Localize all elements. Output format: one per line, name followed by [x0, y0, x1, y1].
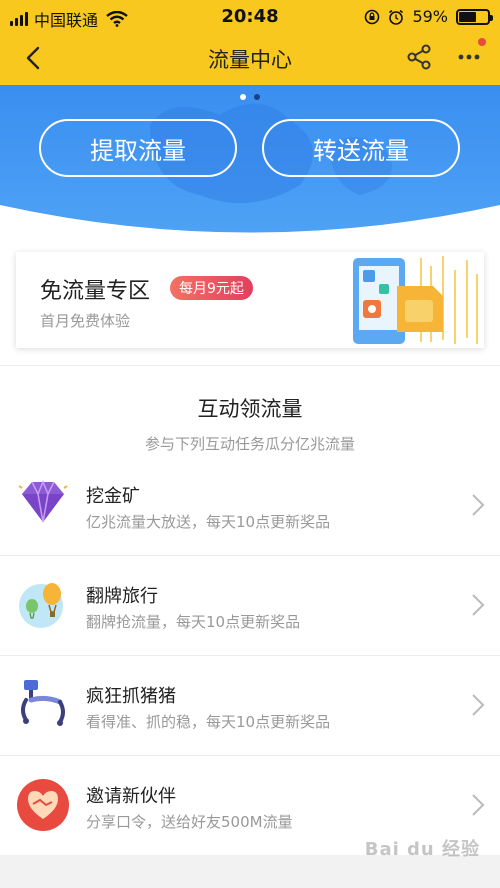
watermark-logo: Bai du 经验 [364, 839, 480, 860]
top-bar: 中国联通 20:48 59% 流量中心 [0, 0, 500, 85]
section-title: 互动领流量 [197, 397, 303, 421]
promo-title: 免流量专区 [40, 279, 151, 304]
task-name: 邀请新伙伴 [86, 786, 176, 807]
status-bar: 中国联通 20:48 59% [0, 0, 500, 34]
flow-banner: 提取流量 转送流量 [0, 85, 500, 235]
task-desc: 翻牌抢流量，每天10点更新奖品 [86, 613, 301, 631]
task-name: 挖金矿 [86, 486, 140, 507]
chevron-right-icon [472, 794, 485, 816]
chevron-right-icon [472, 594, 485, 616]
battery-fill [459, 11, 476, 22]
notification-dot [478, 38, 486, 46]
task-name: 疯狂抓猪猪 [86, 686, 176, 707]
task-item-mining[interactable]: 挖金矿 亿兆流量大放送，每天10点更新奖品 [0, 456, 500, 556]
status-right: 59% [364, 7, 493, 26]
phone-sim-illustration-icon [353, 256, 478, 344]
share-icon[interactable] [404, 42, 434, 72]
task-item-catch-pig[interactable]: 疯狂抓猪猪 看得准、抓的稳，每天10点更新奖品 [0, 656, 500, 756]
section-divider [0, 365, 500, 366]
transfer-flow-button[interactable]: 转送流量 [262, 119, 460, 177]
task-item-flip-travel[interactable]: 翻牌旅行 翻牌抢流量，每天10点更新奖品 [0, 556, 500, 656]
task-desc: 分享口令，送给好友500M流量 [86, 813, 293, 831]
rotation-lock-icon [365, 9, 380, 24]
chevron-right-icon [472, 694, 485, 716]
claw-machine-icon [21, 680, 65, 726]
promo-subtitle: 首月免费体验 [40, 312, 131, 330]
more-dots-icon[interactable] [456, 48, 482, 66]
task-desc: 看得准、抓的稳，每天10点更新奖品 [86, 713, 331, 731]
alarm-icon [389, 9, 404, 25]
task-desc: 亿兆流量大放送，每天10点更新奖品 [86, 513, 331, 531]
diamond-icon [18, 480, 68, 523]
battery-percent: 59% [412, 7, 448, 26]
page-dot-active [254, 94, 260, 100]
battery-icon [456, 8, 493, 25]
extract-flow-button[interactable]: 提取流量 [39, 119, 237, 177]
page-indicator [0, 94, 500, 100]
promo-price-badge: 每月9元起 [170, 276, 253, 300]
balloon-icon [19, 583, 63, 628]
handshake-heart-icon [17, 779, 69, 831]
section-subtitle: 参与下列互动任务瓜分亿兆流量 [144, 435, 355, 453]
chevron-right-icon [472, 494, 485, 516]
page-dot [240, 94, 246, 100]
task-name: 翻牌旅行 [86, 586, 158, 607]
navigation-bar: 流量中心 [0, 34, 500, 82]
free-flow-promo-card[interactable]: 免流量专区 每月9元起 首月免费体验 [16, 252, 484, 348]
